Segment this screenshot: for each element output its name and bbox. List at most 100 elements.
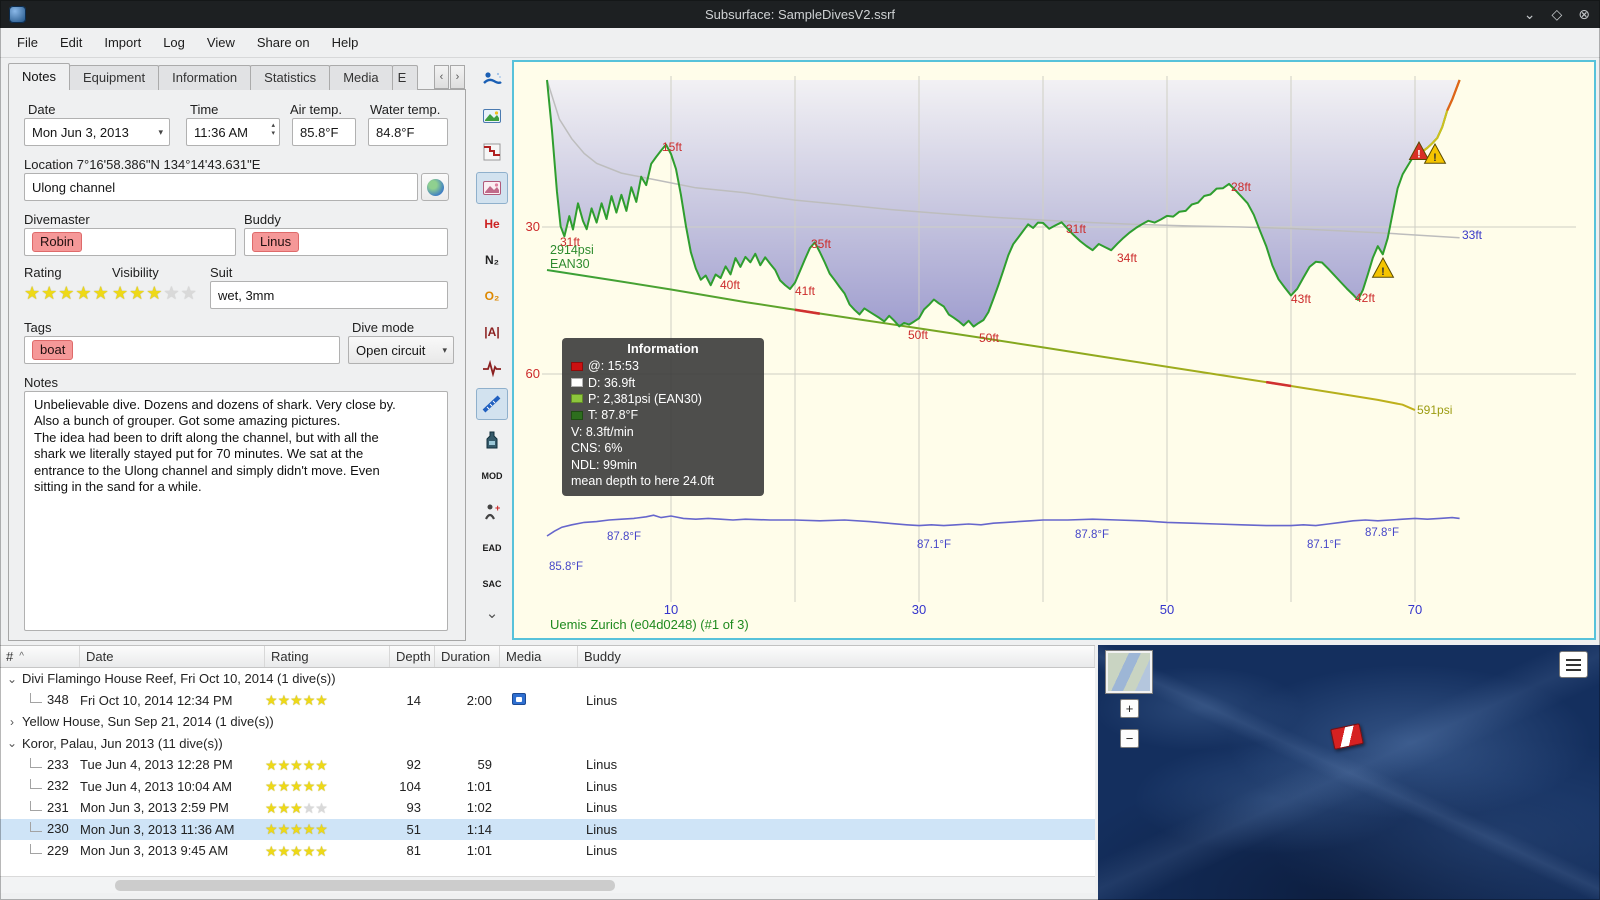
- date-select[interactable]: Mon Jun 3, 2013 ▾: [24, 118, 170, 146]
- visibility-stars[interactable]: ★ ★ ★ ★ ★: [112, 284, 197, 302]
- trip-row[interactable]: › Yellow House, Sun Sep 21, 2014 (1 dive(…: [0, 711, 1095, 733]
- divemaster-input[interactable]: Robin: [24, 228, 236, 256]
- trip-label: Yellow House, Sun Sep 21, 2014 (1 dive(s…: [22, 714, 274, 730]
- tree-branch: [30, 693, 42, 704]
- star-icon: ★: [146, 283, 163, 303]
- minimize-icon[interactable]: ⌄: [1524, 6, 1536, 23]
- salinity-icon[interactable]: [476, 424, 508, 456]
- dive-row[interactable]: 231 Mon Jun 3, 2013 2:59 PM ★ ★ ★ ★ ★ 93 1:02 Lin…: [0, 797, 1095, 819]
- photo-icon[interactable]: [512, 692, 526, 705]
- zoom-out-button[interactable]: −: [1120, 729, 1139, 748]
- dive-flag-marker[interactable]: [1330, 723, 1364, 750]
- map-menu-button[interactable]: [1559, 651, 1588, 678]
- tab-scroll-left-button[interactable]: ‹: [434, 65, 449, 89]
- star-icon: ★: [265, 822, 278, 837]
- dive-depth: 92: [406, 757, 421, 773]
- tab-e[interactable]: E: [391, 65, 418, 90]
- menu-log[interactable]: Log: [152, 30, 196, 55]
- buddy-label: Buddy: [244, 212, 281, 227]
- oxygen-graph-icon[interactable]: O₂: [476, 280, 508, 312]
- chevron-right-icon[interactable]: ›: [4, 715, 20, 729]
- show-photos-toggle[interactable]: [476, 172, 508, 204]
- chevron-down-icon[interactable]: ⌄: [4, 672, 20, 686]
- rating-stars[interactable]: ★ ★ ★ ★ ★: [24, 284, 109, 302]
- map-panel[interactable]: + −: [1098, 645, 1600, 900]
- suit-input[interactable]: wet, 3mm: [210, 281, 448, 309]
- svg-text:60: 60: [526, 366, 540, 381]
- buddy-tag[interactable]: Linus: [252, 232, 300, 252]
- column-header-media[interactable]: Media: [500, 646, 578, 667]
- dive-mode-select[interactable]: Open circuit ▾: [348, 336, 454, 364]
- zoom-in-button[interactable]: +: [1120, 699, 1139, 718]
- star-icon: ★: [302, 757, 316, 772]
- menu-import[interactable]: Import: [93, 30, 152, 55]
- dive-date: Mon Jun 3, 2013 9:45 AM: [80, 843, 229, 859]
- mod-icon[interactable]: MOD: [476, 460, 508, 492]
- tissue-ceiling-icon[interactable]: |A|: [476, 316, 508, 348]
- tab-equipment[interactable]: Equipment: [68, 65, 160, 90]
- close-icon[interactable]: ⊗: [1578, 6, 1590, 23]
- menu-view[interactable]: View: [196, 30, 246, 55]
- tab-statistics[interactable]: Statistics: [250, 65, 331, 90]
- menu-file[interactable]: File: [6, 30, 49, 55]
- menu-help[interactable]: Help: [321, 30, 370, 55]
- map-overview-thumbnail[interactable]: [1105, 650, 1153, 694]
- spin-up-icon[interactable]: ▴: [271, 122, 275, 130]
- air-temp-input[interactable]: 85.8°F: [292, 118, 356, 146]
- buddy-input[interactable]: Linus: [244, 228, 448, 256]
- tag-pill[interactable]: boat: [32, 340, 74, 360]
- tags-input[interactable]: boat: [24, 336, 340, 364]
- water-temp-input[interactable]: 84.8°F: [368, 118, 448, 146]
- diver-icon[interactable]: [476, 64, 508, 96]
- column-header-depth[interactable]: Depth: [390, 646, 435, 667]
- tree-branch: [30, 800, 42, 811]
- scrollbar-thumb[interactable]: [115, 880, 615, 891]
- toolbar-scroll-down-button[interactable]: ⌄: [476, 604, 508, 626]
- sac-rate-icon[interactable]: +: [476, 496, 508, 528]
- notes-textarea[interactable]: Unbelievable dive. Dozens and dozens of …: [24, 391, 448, 631]
- dc-ceiling-icon[interactable]: [476, 136, 508, 168]
- horizontal-scrollbar[interactable]: [0, 876, 1095, 893]
- maximize-icon[interactable]: ◇: [1551, 6, 1562, 23]
- trip-row[interactable]: ⌄ Koror, Palau, Jun 2013 (11 dive(s)): [0, 733, 1095, 755]
- menu-share-on[interactable]: Share on: [246, 30, 321, 55]
- globe-button[interactable]: [421, 173, 449, 201]
- dive-row[interactable]: 233 Tue Jun 4, 2013 12:28 PM ★ ★ ★ ★ ★ 92 59 Linu…: [0, 754, 1095, 776]
- photos-icon[interactable]: [476, 100, 508, 132]
- tab-information[interactable]: Information: [158, 65, 252, 90]
- menubar: File Edit Import Log View Share on Help: [0, 28, 1600, 58]
- helium-graph-icon[interactable]: He: [476, 208, 508, 240]
- sac-icon[interactable]: SAC: [476, 568, 508, 600]
- trip-row[interactable]: ⌄ Divi Flamingo House Reef, Fri Oct 10, 2…: [0, 668, 1095, 690]
- tab-media[interactable]: Media: [329, 65, 393, 90]
- time-input[interactable]: 11:36 AM ▴ ▾: [186, 118, 280, 146]
- heartrate-icon[interactable]: [476, 352, 508, 384]
- column-header-date[interactable]: Date: [80, 646, 265, 667]
- divemaster-tag[interactable]: Robin: [32, 232, 82, 252]
- hamburger-icon: [1566, 658, 1581, 661]
- dive-row[interactable]: 230 Mon Jun 3, 2013 11:36 AM ★ ★ ★ ★ ★ 51 1:14 Li…: [0, 818, 1095, 840]
- dive-depth: 104: [399, 778, 421, 794]
- chevron-down-icon[interactable]: ⌄: [4, 736, 20, 750]
- column-header-buddy[interactable]: Buddy: [578, 646, 1095, 667]
- menu-edit[interactable]: Edit: [49, 30, 93, 55]
- ruler-icon[interactable]: [476, 388, 508, 420]
- column-header-rating[interactable]: Rating: [265, 646, 390, 667]
- star-icon: ★: [290, 779, 303, 794]
- location-value: Ulong channel: [32, 179, 116, 195]
- dive-rating: ★ ★ ★ ★ ★: [265, 758, 390, 772]
- spin-down-icon[interactable]: ▾: [271, 130, 275, 138]
- dive-row[interactable]: 229 Mon Jun 3, 2013 9:45 AM ★ ★ ★ ★ ★ 81 1:01 Lin…: [0, 840, 1095, 862]
- dive-profile-panel[interactable]: 10 30 50 70 30 60 2914psi EAN30 31ft 15ft 40ft 41ft…: [512, 60, 1596, 640]
- tab-notes[interactable]: Notes: [8, 63, 70, 90]
- column-header-duration[interactable]: Duration: [435, 646, 500, 667]
- location-input[interactable]: Ulong channel: [24, 173, 418, 201]
- star-icon: ★: [265, 800, 278, 815]
- nitrogen-graph-icon[interactable]: N₂: [476, 244, 508, 276]
- profile-label: 85.8°F: [549, 561, 583, 573]
- column-header-num[interactable]: # ^: [0, 646, 80, 667]
- ead-icon[interactable]: EAD: [476, 532, 508, 564]
- dive-row[interactable]: 232 Tue Jun 4, 2013 10:04 AM ★ ★ ★ ★ ★ 104 1:01 L…: [0, 776, 1095, 798]
- dive-row[interactable]: 348 Fri Oct 10, 2014 12:34 PM ★ ★ ★ ★ ★ 14 2:00 L…: [0, 690, 1095, 712]
- tab-scroll-right-button[interactable]: ›: [450, 65, 465, 89]
